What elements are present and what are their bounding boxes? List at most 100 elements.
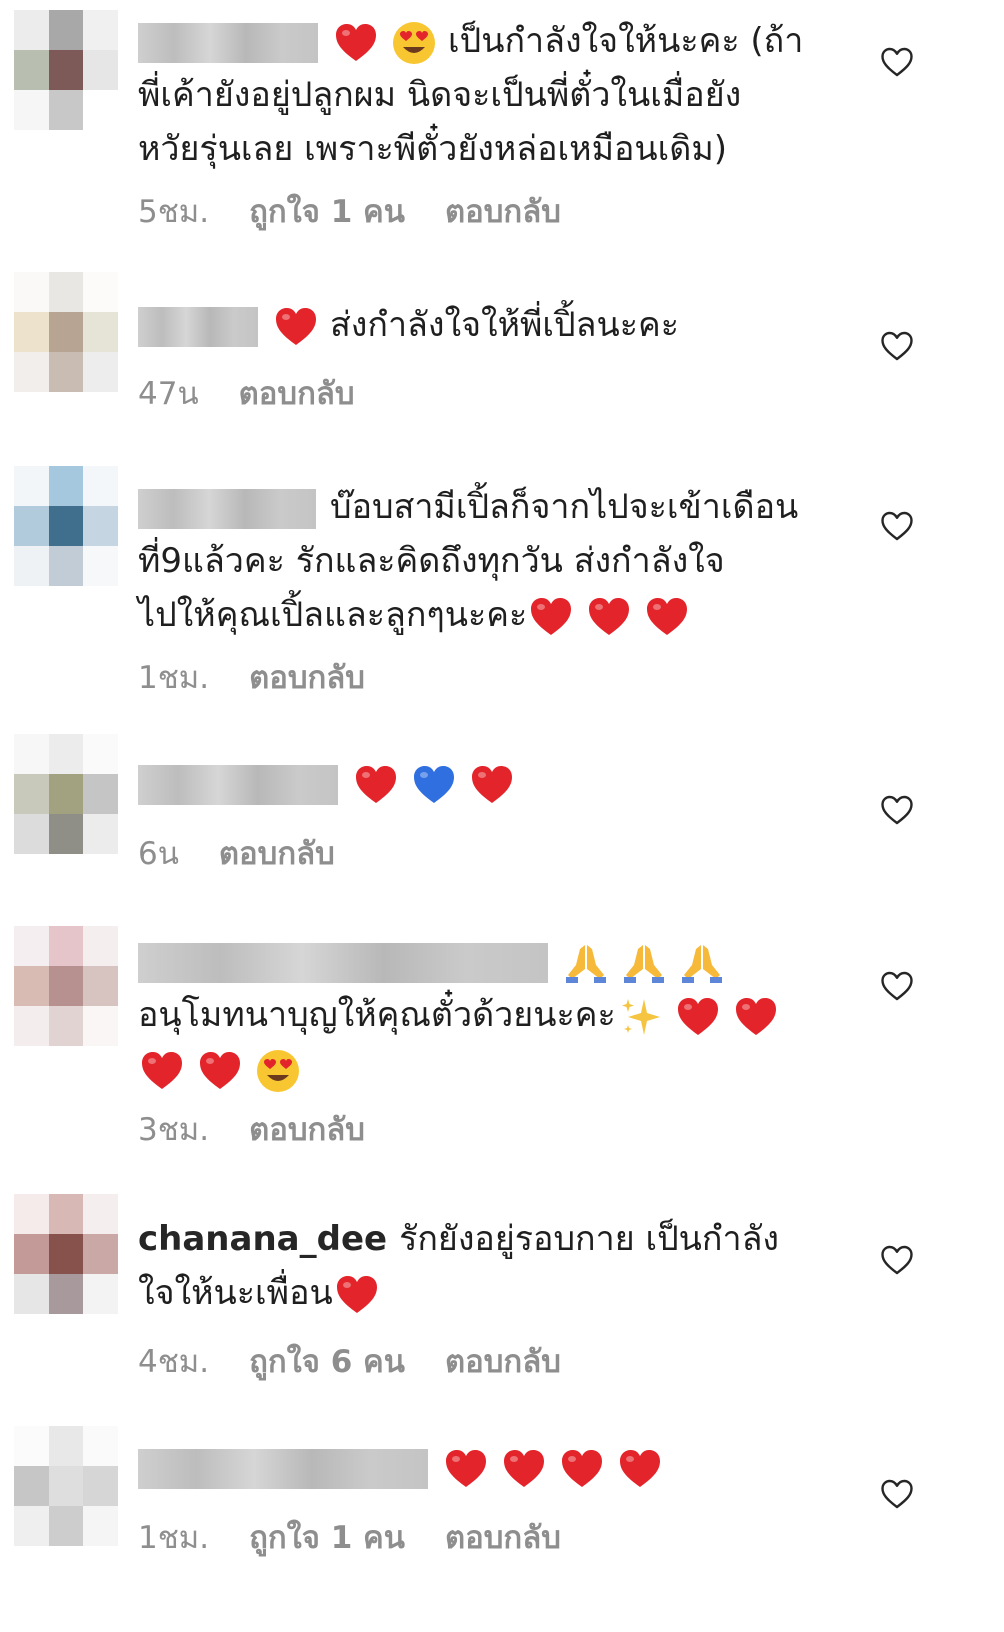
- username-blurred[interactable]: [138, 488, 316, 529]
- comment-text-line: [138, 934, 858, 988]
- heart-outline-icon: [881, 1479, 913, 1509]
- username-link[interactable]: chanana_dee: [138, 1219, 387, 1259]
- reply-button[interactable]: ตอบกลับ: [445, 1520, 561, 1556]
- comment-text: รักยังอยู่รอบกาย เป็นกำลัง: [399, 1219, 780, 1259]
- comment-text-line: [138, 1042, 858, 1096]
- comment-text-line: [138, 756, 858, 810]
- comment-body: ส่งกำลังใจให้พี่เปิ้ลนะคะ 47น ตอบกลับ: [138, 298, 858, 412]
- reply-button[interactable]: ตอบกลับ: [239, 376, 355, 412]
- like-count[interactable]: ถูกใจ 6 คน: [249, 1344, 405, 1380]
- comment-text: เป็นกำลังใจให้นะคะ (ถ้า: [448, 21, 804, 61]
- like-count[interactable]: ถูกใจ 1 คน: [249, 194, 405, 230]
- reply-button[interactable]: ตอบกลับ: [219, 836, 335, 872]
- comment-body: 6น ตอบกลับ: [138, 756, 858, 872]
- username-blurred[interactable]: [138, 22, 318, 63]
- red-heart-emoji: [732, 993, 780, 1041]
- red-heart-emoji: [616, 1445, 664, 1493]
- comment-text-line: ใจให้นะเพื่อน: [138, 1266, 858, 1320]
- like-heart-button[interactable]: [880, 330, 914, 362]
- avatar[interactable]: [14, 1194, 118, 1314]
- avatar[interactable]: [14, 466, 118, 586]
- username-blurred[interactable]: [138, 1448, 428, 1489]
- comment-text: หวัยรุ่นเลย เพราะพีตั๋วยังหล่อเหมือนเดิม…: [138, 129, 728, 169]
- comment-meta: 3ชม. ตอบกลับ: [138, 1104, 405, 1154]
- username-blurred[interactable]: [138, 764, 338, 805]
- comment-text: บ๊อบสามีเปิ้ลก็จากไปจะเข้าเดือน: [330, 487, 799, 527]
- heart-eyes-emoji: [390, 19, 438, 67]
- reply-button[interactable]: ตอบกลับ: [249, 660, 365, 696]
- red-heart-emoji: [643, 593, 691, 641]
- like-heart-button[interactable]: [880, 970, 914, 1002]
- comment-list: เป็นกำลังใจให้นะคะ (ถ้าพี่เค้ายังอยู่ปลู…: [0, 0, 1004, 1632]
- comment-text-line: chanana_dee รักยังอยู่รอบกาย เป็นกำลัง: [138, 1212, 858, 1266]
- blue-heart-emoji: [410, 761, 458, 809]
- heart-outline-icon: [881, 1245, 913, 1275]
- red-heart-emoji: [196, 1047, 244, 1095]
- comment-meta: 6น ตอบกลับ: [138, 828, 375, 878]
- red-heart-emoji: [558, 1445, 606, 1493]
- red-heart-emoji: [138, 1047, 186, 1095]
- like-heart-button[interactable]: [880, 46, 914, 78]
- red-heart-emoji: [442, 1445, 490, 1493]
- heart-outline-icon: [881, 795, 913, 825]
- comment-time: 47น: [138, 376, 199, 412]
- comment-time: 3ชม.: [138, 1112, 210, 1148]
- comment-text-line: บ๊อบสามีเปิ้ลก็จากไปจะเข้าเดือน: [138, 480, 858, 534]
- red-heart-emoji: [468, 761, 516, 809]
- comment-time: 1ชม.: [138, 660, 210, 696]
- red-heart-emoji: [585, 593, 633, 641]
- comment-meta: 5ชม. ถูกใจ 1 คน ตอบกลับ: [138, 186, 601, 236]
- like-heart-button[interactable]: [880, 794, 914, 826]
- reply-button[interactable]: ตอบกลับ: [445, 194, 561, 230]
- comment-body: อนุโมทนาบุญให้คุณตั๋วด้วยนะคะ 3ชม. ตอบกลับ: [138, 934, 858, 1148]
- red-heart-emoji: [674, 993, 722, 1041]
- like-heart-button[interactable]: [880, 1478, 914, 1510]
- avatar[interactable]: [14, 10, 118, 130]
- like-count[interactable]: ถูกใจ 1 คน: [249, 1520, 405, 1556]
- comment-text-line: ที่9แล้วคะ รักและคิดถึงทุกวัน ส่งกำลังใจ: [138, 534, 858, 588]
- comment-time: 5ชม.: [138, 194, 210, 230]
- comment-text: ใจให้นะเพื่อน: [138, 1273, 333, 1313]
- heart-outline-icon: [881, 971, 913, 1001]
- avatar[interactable]: [14, 926, 118, 1046]
- heart-eyes-emoji: [254, 1047, 302, 1095]
- red-heart-emoji: [352, 761, 400, 809]
- comment-text: ที่9แล้วคะ รักและคิดถึงทุกวัน ส่งกำลังใจ: [138, 541, 725, 581]
- comment-text: พี่เค้ายังอยู่ปลูกผม นิดจะเป็นพี่ตั๋วในเ…: [138, 75, 742, 115]
- red-heart-emoji: [332, 19, 380, 67]
- reply-button[interactable]: ตอบกลับ: [445, 1344, 561, 1380]
- avatar[interactable]: [14, 1426, 118, 1546]
- comment-body: chanana_dee รักยังอยู่รอบกาย เป็นกำลังใจใ…: [138, 1212, 858, 1380]
- comment-text-line: เป็นกำลังใจให้นะคะ (ถ้า: [138, 14, 858, 68]
- like-heart-button[interactable]: [880, 1244, 914, 1276]
- like-heart-button[interactable]: [880, 510, 914, 542]
- avatar[interactable]: [14, 272, 118, 392]
- comment-time: 1ชม.: [138, 1520, 210, 1556]
- heart-outline-icon: [881, 511, 913, 541]
- comment-time: 6น: [138, 836, 179, 872]
- avatar[interactable]: [14, 734, 118, 854]
- comment-text-line: พี่เค้ายังอยู่ปลูกผม นิดจะเป็นพี่ตั๋วในเ…: [138, 68, 858, 122]
- folded-hands-emoji: [562, 939, 610, 987]
- comment-text-line: [138, 1440, 858, 1494]
- reply-button[interactable]: ตอบกลับ: [249, 1112, 365, 1148]
- comment-meta: 4ชม. ถูกใจ 6 คน ตอบกลับ: [138, 1336, 601, 1386]
- comment-body: บ๊อบสามีเปิ้ลก็จากไปจะเข้าเดือนที่9แล้วค…: [138, 480, 858, 696]
- red-heart-emoji: [272, 303, 320, 351]
- username-blurred[interactable]: [138, 306, 258, 347]
- comment-text-line: อนุโมทนาบุญให้คุณตั๋วด้วยนะคะ: [138, 988, 858, 1042]
- heart-outline-icon: [881, 331, 913, 361]
- comment-text-line: หวัยรุ่นเลย เพราะพีตั๋วยังหล่อเหมือนเดิม…: [138, 122, 858, 176]
- comment-text: อนุโมทนาบุญให้คุณตั๋วด้วยนะคะ: [138, 995, 616, 1035]
- comment-text: ไปให้คุณเปิ้ลและลูกๆนะคะ: [138, 595, 528, 635]
- comment-body: 1ชม. ถูกใจ 1 คน ตอบกลับ: [138, 1440, 858, 1556]
- comment-text: ส่งกำลังใจให้พี่เปิ้ลนะคะ: [330, 305, 679, 345]
- folded-hands-emoji: [678, 939, 726, 987]
- red-heart-emoji: [500, 1445, 548, 1493]
- sparkles-emoji: [616, 993, 664, 1041]
- username-blurred[interactable]: [138, 942, 548, 983]
- red-heart-emoji: [333, 1271, 381, 1319]
- comment-body: เป็นกำลังใจให้นะคะ (ถ้าพี่เค้ายังอยู่ปลู…: [138, 14, 858, 230]
- heart-outline-icon: [881, 47, 913, 77]
- comment-time: 4ชม.: [138, 1344, 210, 1380]
